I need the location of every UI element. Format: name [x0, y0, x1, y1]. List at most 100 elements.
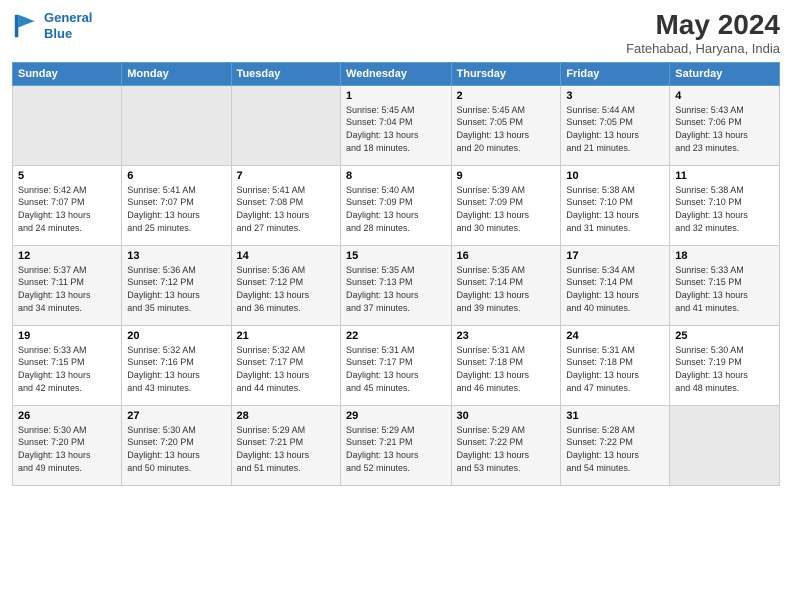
logo: General Blue: [12, 10, 92, 41]
day-number: 19: [18, 330, 116, 342]
day-info: Sunrise: 5:40 AM Sunset: 7:09 PM Dayligh…: [346, 184, 446, 234]
day-number: 28: [237, 410, 335, 422]
calendar-cell: 8 Sunrise: 5:40 AM Sunset: 7:09 PM Daylig…: [341, 165, 452, 245]
calendar-cell: 5 Sunrise: 5:42 AM Sunset: 7:07 PM Daylig…: [13, 165, 122, 245]
day-number: 21: [237, 330, 335, 342]
day-number: 10: [566, 170, 664, 182]
calendar-cell: [670, 405, 780, 485]
logo-general: General: [44, 10, 92, 25]
day-number: 27: [127, 410, 225, 422]
day-number: 31: [566, 410, 664, 422]
day-number: 13: [127, 250, 225, 262]
calendar-cell: 28 Sunrise: 5:29 AM Sunset: 7:21 PM Dayli…: [231, 405, 340, 485]
logo-text: General Blue: [44, 10, 92, 41]
day-number: 11: [675, 170, 774, 182]
day-number: 9: [457, 170, 556, 182]
calendar-week-row: 19 Sunrise: 5:33 AM Sunset: 7:15 PM Dayli…: [13, 325, 780, 405]
day-info: Sunrise: 5:45 AM Sunset: 7:04 PM Dayligh…: [346, 104, 446, 154]
day-number: 23: [457, 330, 556, 342]
location-subtitle: Fatehabad, Haryana, India: [626, 41, 780, 56]
day-number: 20: [127, 330, 225, 342]
day-info: Sunrise: 5:30 AM Sunset: 7:19 PM Dayligh…: [675, 344, 774, 394]
weekday-header-row: SundayMondayTuesdayWednesdayThursdayFrid…: [13, 62, 780, 85]
calendar-cell: 19 Sunrise: 5:33 AM Sunset: 7:15 PM Dayli…: [13, 325, 122, 405]
weekday-header-sunday: Sunday: [13, 62, 122, 85]
calendar-cell: 1 Sunrise: 5:45 AM Sunset: 7:04 PM Daylig…: [341, 85, 452, 165]
day-info: Sunrise: 5:30 AM Sunset: 7:20 PM Dayligh…: [18, 424, 116, 474]
day-info: Sunrise: 5:41 AM Sunset: 7:07 PM Dayligh…: [127, 184, 225, 234]
day-info: Sunrise: 5:28 AM Sunset: 7:22 PM Dayligh…: [566, 424, 664, 474]
day-number: 4: [675, 90, 774, 102]
day-number: 16: [457, 250, 556, 262]
month-year-title: May 2024: [626, 10, 780, 41]
day-number: 22: [346, 330, 446, 342]
calendar-week-row: 12 Sunrise: 5:37 AM Sunset: 7:11 PM Dayli…: [13, 245, 780, 325]
day-number: 8: [346, 170, 446, 182]
day-info: Sunrise: 5:33 AM Sunset: 7:15 PM Dayligh…: [18, 344, 116, 394]
day-info: Sunrise: 5:44 AM Sunset: 7:05 PM Dayligh…: [566, 104, 664, 154]
day-number: 5: [18, 170, 116, 182]
logo-blue: Blue: [44, 26, 92, 42]
day-number: 7: [237, 170, 335, 182]
day-info: Sunrise: 5:32 AM Sunset: 7:16 PM Dayligh…: [127, 344, 225, 394]
weekday-header-thursday: Thursday: [451, 62, 561, 85]
calendar-cell: 9 Sunrise: 5:39 AM Sunset: 7:09 PM Daylig…: [451, 165, 561, 245]
day-number: 24: [566, 330, 664, 342]
day-number: 17: [566, 250, 664, 262]
weekday-header-saturday: Saturday: [670, 62, 780, 85]
logo-icon: [12, 12, 40, 40]
day-info: Sunrise: 5:32 AM Sunset: 7:17 PM Dayligh…: [237, 344, 335, 394]
calendar-cell: 16 Sunrise: 5:35 AM Sunset: 7:14 PM Dayli…: [451, 245, 561, 325]
calendar-cell: 24 Sunrise: 5:31 AM Sunset: 7:18 PM Dayli…: [561, 325, 670, 405]
day-number: 3: [566, 90, 664, 102]
calendar-cell: 7 Sunrise: 5:41 AM Sunset: 7:08 PM Daylig…: [231, 165, 340, 245]
day-number: 26: [18, 410, 116, 422]
day-info: Sunrise: 5:43 AM Sunset: 7:06 PM Dayligh…: [675, 104, 774, 154]
calendar-cell: 11 Sunrise: 5:38 AM Sunset: 7:10 PM Dayli…: [670, 165, 780, 245]
calendar-cell: 23 Sunrise: 5:31 AM Sunset: 7:18 PM Dayli…: [451, 325, 561, 405]
day-number: 1: [346, 90, 446, 102]
calendar-week-row: 5 Sunrise: 5:42 AM Sunset: 7:07 PM Daylig…: [13, 165, 780, 245]
calendar-cell: 10 Sunrise: 5:38 AM Sunset: 7:10 PM Dayli…: [561, 165, 670, 245]
calendar-week-row: 1 Sunrise: 5:45 AM Sunset: 7:04 PM Daylig…: [13, 85, 780, 165]
day-number: 2: [457, 90, 556, 102]
calendar-header: SundayMondayTuesdayWednesdayThursdayFrid…: [13, 62, 780, 85]
day-info: Sunrise: 5:36 AM Sunset: 7:12 PM Dayligh…: [237, 264, 335, 314]
day-info: Sunrise: 5:33 AM Sunset: 7:15 PM Dayligh…: [675, 264, 774, 314]
calendar-cell: 12 Sunrise: 5:37 AM Sunset: 7:11 PM Dayli…: [13, 245, 122, 325]
calendar-cell: 18 Sunrise: 5:33 AM Sunset: 7:15 PM Dayli…: [670, 245, 780, 325]
calendar-cell: 29Sunrise: 5:29 AM Sunset: 7:21 PM Dayli…: [341, 405, 452, 485]
title-block: May 2024 Fatehabad, Haryana, India: [626, 10, 780, 56]
day-info: Sunrise: 5:29 AM Sunset: 7:21 PM Dayligh…: [237, 424, 335, 474]
calendar-cell: 2Sunrise: 5:45 AM Sunset: 7:05 PM Daylig…: [451, 85, 561, 165]
calendar-cell: [231, 85, 340, 165]
day-number: 30: [457, 410, 556, 422]
calendar-cell: 4 Sunrise: 5:43 AM Sunset: 7:06 PM Daylig…: [670, 85, 780, 165]
day-info: Sunrise: 5:35 AM Sunset: 7:13 PM Dayligh…: [346, 264, 446, 314]
day-info: Sunrise: 5:30 AM Sunset: 7:20 PM Dayligh…: [127, 424, 225, 474]
day-info: Sunrise: 5:39 AM Sunset: 7:09 PM Dayligh…: [457, 184, 556, 234]
day-info: Sunrise: 5:36 AM Sunset: 7:12 PM Dayligh…: [127, 264, 225, 314]
calendar-cell: 25Sunrise: 5:30 AM Sunset: 7:19 PM Dayli…: [670, 325, 780, 405]
calendar-cell: 6 Sunrise: 5:41 AM Sunset: 7:07 PM Daylig…: [122, 165, 231, 245]
calendar-cell: 31 Sunrise: 5:28 AM Sunset: 7:22 PM Dayli…: [561, 405, 670, 485]
day-info: Sunrise: 5:37 AM Sunset: 7:11 PM Dayligh…: [18, 264, 116, 314]
weekday-header-friday: Friday: [561, 62, 670, 85]
day-number: 12: [18, 250, 116, 262]
day-number: 15: [346, 250, 446, 262]
day-info: Sunrise: 5:38 AM Sunset: 7:10 PM Dayligh…: [675, 184, 774, 234]
day-info: Sunrise: 5:31 AM Sunset: 7:18 PM Dayligh…: [457, 344, 556, 394]
weekday-header-tuesday: Tuesday: [231, 62, 340, 85]
day-info: Sunrise: 5:35 AM Sunset: 7:14 PM Dayligh…: [457, 264, 556, 314]
day-info: Sunrise: 5:42 AM Sunset: 7:07 PM Dayligh…: [18, 184, 116, 234]
calendar-container: General Blue May 2024 Fatehabad, Haryana…: [0, 0, 792, 496]
day-number: 6: [127, 170, 225, 182]
calendar-cell: 3 Sunrise: 5:44 AM Sunset: 7:05 PM Daylig…: [561, 85, 670, 165]
calendar-cell: 21 Sunrise: 5:32 AM Sunset: 7:17 PM Dayli…: [231, 325, 340, 405]
day-info: Sunrise: 5:41 AM Sunset: 7:08 PM Dayligh…: [237, 184, 335, 234]
calendar-cell: 26 Sunrise: 5:30 AM Sunset: 7:20 PM Dayli…: [13, 405, 122, 485]
calendar-body: 1 Sunrise: 5:45 AM Sunset: 7:04 PM Daylig…: [13, 85, 780, 485]
day-info: Sunrise: 5:38 AM Sunset: 7:10 PM Dayligh…: [566, 184, 664, 234]
day-info: Sunrise: 5:31 AM Sunset: 7:18 PM Dayligh…: [566, 344, 664, 394]
day-number: 18: [675, 250, 774, 262]
